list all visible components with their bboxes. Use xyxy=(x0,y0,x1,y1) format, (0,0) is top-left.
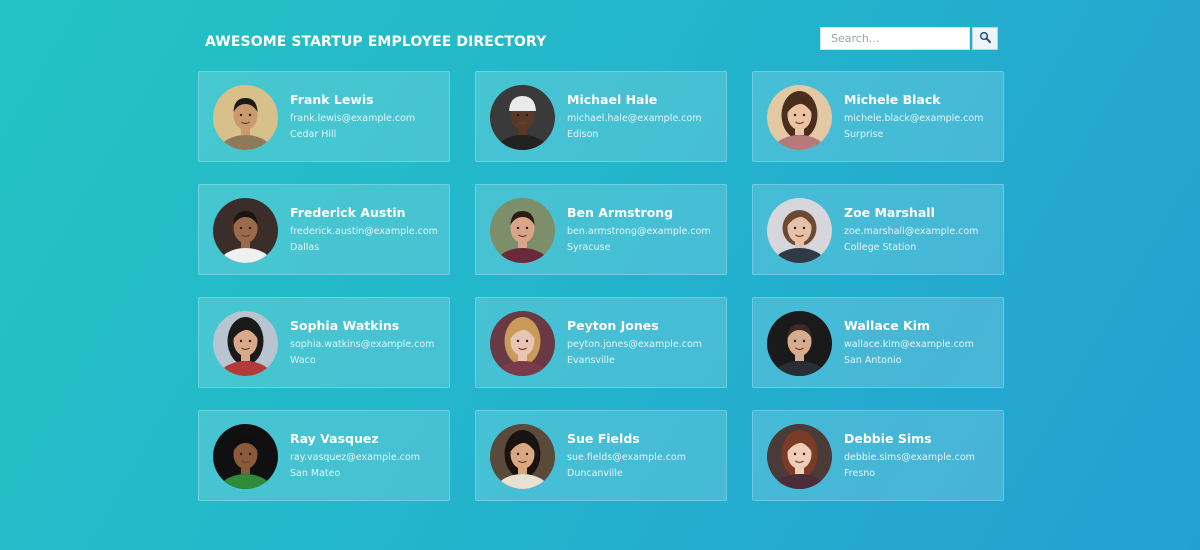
employee-grid: Frank Lewis frank.lewis@example.com Ceda… xyxy=(198,71,1004,501)
employee-city: Edison xyxy=(567,129,599,140)
page-title: AWESOME STARTUP EMPLOYEE DIRECTORY xyxy=(205,34,547,50)
employee-city: San Antonio xyxy=(844,355,902,366)
employee-email: frank.lewis@example.com xyxy=(290,113,416,124)
employee-email: sophia.watkins@example.com xyxy=(290,339,435,350)
employee-email: debbie.sims@example.com xyxy=(844,452,975,463)
employee-email: zoe.marshall@example.com xyxy=(844,226,979,237)
avatar xyxy=(767,424,832,489)
employee-name: Frederick Austin xyxy=(290,205,406,220)
employee-city: Cedar Hill xyxy=(290,129,337,140)
directory-page: AWESOME STARTUP EMPLOYEE DIRECTORY Frank… xyxy=(0,0,1200,550)
employee-name: Michael Hale xyxy=(567,92,658,107)
employee-name: Debbie Sims xyxy=(844,431,932,446)
employee-name: Ray Vasquez xyxy=(290,431,379,446)
employee-name: Zoe Marshall xyxy=(844,205,935,220)
employee-card[interactable]: Michele Black michele.black@example.com … xyxy=(752,71,1004,162)
employee-card[interactable]: Sue Fields sue.fields@example.com Duncan… xyxy=(475,410,727,501)
employee-name: Sophia Watkins xyxy=(290,318,400,333)
avatar xyxy=(213,311,278,376)
employee-name: Peyton Jones xyxy=(567,318,659,333)
employee-card[interactable]: Ray Vasquez ray.vasquez@example.com San … xyxy=(198,410,450,501)
employee-card[interactable]: Frank Lewis frank.lewis@example.com Ceda… xyxy=(198,71,450,162)
employee-city: Syracuse xyxy=(567,242,611,253)
employee-email: ray.vasquez@example.com xyxy=(290,452,420,463)
employee-card[interactable]: Frederick Austin frederick.austin@exampl… xyxy=(198,184,450,275)
avatar xyxy=(490,198,555,263)
employee-email: frederick.austin@example.com xyxy=(290,226,438,237)
employee-city: College Station xyxy=(844,242,917,253)
avatar xyxy=(767,198,832,263)
avatar xyxy=(213,198,278,263)
employee-email: michele.black@example.com xyxy=(844,113,984,124)
employee-card[interactable]: Debbie Sims debbie.sims@example.com Fres… xyxy=(752,410,1004,501)
employee-email: peyton.jones@example.com xyxy=(567,339,703,350)
search-form xyxy=(820,27,998,50)
employee-card[interactable]: Peyton Jones peyton.jones@example.com Ev… xyxy=(475,297,727,388)
employee-email: sue.fields@example.com xyxy=(567,452,686,463)
avatar xyxy=(767,85,832,150)
employee-name: Wallace Kim xyxy=(844,318,931,333)
avatar xyxy=(767,311,832,376)
employee-name: Sue Fields xyxy=(567,431,640,446)
employee-email: ben.armstrong@example.com xyxy=(567,226,711,237)
avatar xyxy=(490,424,555,489)
employee-city: Evansville xyxy=(567,355,615,366)
employee-card[interactable]: Zoe Marshall zoe.marshall@example.com Co… xyxy=(752,184,1004,275)
search-button[interactable] xyxy=(972,27,998,50)
employee-name: Ben Armstrong xyxy=(567,205,674,220)
search-input[interactable] xyxy=(820,27,970,50)
avatar xyxy=(213,85,278,150)
employee-name: Frank Lewis xyxy=(290,92,374,107)
employee-card[interactable]: Michael Hale michael.hale@example.com Ed… xyxy=(475,71,727,162)
employee-card[interactable]: Ben Armstrong ben.armstrong@example.com … xyxy=(475,184,727,275)
employee-city: Fresno xyxy=(844,468,876,479)
employee-city: Waco xyxy=(290,355,316,366)
employee-card[interactable]: Sophia Watkins sophia.watkins@example.co… xyxy=(198,297,450,388)
avatar xyxy=(213,424,278,489)
employee-email: wallace.kim@example.com xyxy=(844,339,974,350)
employee-card[interactable]: Wallace Kim wallace.kim@example.com San … xyxy=(752,297,1004,388)
header: AWESOME STARTUP EMPLOYEE DIRECTORY xyxy=(198,26,998,54)
avatar xyxy=(490,311,555,376)
employee-city: San Mateo xyxy=(290,468,341,479)
magnifier-icon xyxy=(979,31,991,46)
employee-name: Michele Black xyxy=(844,92,941,107)
employee-city: Duncanville xyxy=(567,468,623,479)
employee-city: Dallas xyxy=(290,242,320,253)
employee-city: Surprise xyxy=(844,129,884,140)
avatar xyxy=(490,85,555,150)
employee-email: michael.hale@example.com xyxy=(567,113,702,124)
